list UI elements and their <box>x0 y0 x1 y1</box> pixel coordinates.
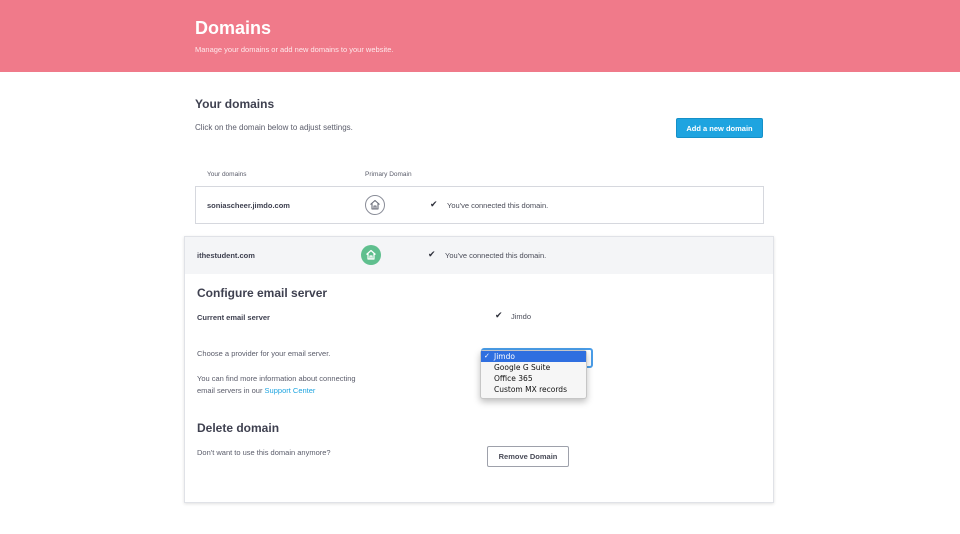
delete-domain-title: Delete domain <box>197 421 280 435</box>
info-line-1: You can find more information about conn… <box>197 374 356 383</box>
current-email-label: Current email server <box>197 313 270 322</box>
domain-name: ithestudent.com <box>197 251 255 260</box>
email-provider-dropdown[interactable]: ✓ Jimdo Google G Suite Office 365 Custom … <box>480 350 587 399</box>
domain-row-ithestudent[interactable]: ithestudent.com ✔ You've connected this … <box>185 237 773 274</box>
domain-row-soniascheer[interactable]: soniascheer.jimdo.com ✔ You've connected… <box>195 186 764 224</box>
option-label: Jimdo <box>494 352 515 361</box>
your-domains-hint: Click on the domain below to adjust sett… <box>195 123 353 132</box>
info-line-2: email servers in our Support Center <box>197 385 315 397</box>
delete-domain-text: Don't want to use this domain anymore? <box>197 448 331 457</box>
option-label: Custom MX records <box>494 385 567 394</box>
page-title: Domains <box>195 18 272 38</box>
choose-provider-text: Choose a provider for your email server. <box>197 349 331 358</box>
page-subtitle: Manage your domains or add new domains t… <box>195 45 394 54</box>
option-jimdo[interactable]: ✓ Jimdo <box>481 351 586 362</box>
add-domain-button[interactable]: Add a new domain <box>676 118 763 138</box>
checkmark-icon: ✓ <box>484 352 490 360</box>
option-office-365[interactable]: Office 365 <box>481 373 586 384</box>
support-center-link[interactable]: Support Center <box>265 386 316 395</box>
domain-name: soniascheer.jimdo.com <box>207 201 290 210</box>
domain-status: You've connected this domain. <box>445 251 547 260</box>
your-domains-title: Your domains <box>195 97 275 111</box>
option-custom-mx[interactable]: Custom MX records <box>481 384 586 395</box>
home-icon[interactable] <box>365 195 385 215</box>
page-header: Domains Manage your domains or add new d… <box>0 0 960 72</box>
remove-domain-button[interactable]: Remove Domain <box>487 446 569 467</box>
check-icon: ✔ <box>430 199 438 209</box>
home-icon[interactable] <box>361 245 381 265</box>
domain-settings-card: ithestudent.com ✔ You've connected this … <box>184 236 774 503</box>
check-icon: ✔ <box>428 249 436 259</box>
option-google-g-suite[interactable]: Google G Suite <box>481 362 586 373</box>
option-label: Office 365 <box>494 374 533 383</box>
column-header-domains: Your domains <box>207 171 247 178</box>
email-config-title: Configure email server <box>197 286 328 300</box>
current-email-value: Jimdo <box>511 312 532 321</box>
option-label: Google G Suite <box>494 363 551 372</box>
info-line-2-text: email servers in our <box>197 386 263 395</box>
domain-status: You've connected this domain. <box>447 201 549 210</box>
check-icon: ✔ <box>495 310 503 320</box>
column-header-primary: Primary Domain <box>365 171 412 178</box>
